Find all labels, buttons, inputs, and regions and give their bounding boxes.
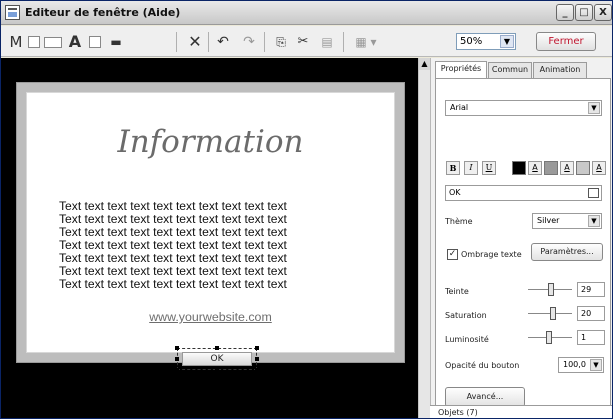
toolbar: M A ▬ ✕ ↶ ↷ ⎘ ✂ ▤ ▦ ▾ 50% ▼ Fermer (1, 26, 612, 57)
undo-icon[interactable]: ↶ (215, 33, 231, 51)
resize-handle[interactable] (215, 346, 219, 350)
resize-handle[interactable] (215, 368, 219, 372)
advanced-button[interactable]: Avancé... (445, 387, 525, 407)
preview-dialog-frame[interactable]: Information Text text text text text tex… (16, 82, 405, 372)
maximize-button[interactable]: □ (575, 4, 593, 21)
dialog-body-text[interactable]: Text text text text text text text text … (59, 200, 369, 291)
text-color-swatch[interactable] (512, 161, 526, 175)
title-bar[interactable]: Editeur de fenêtre (Aide) _ □ X (1, 1, 612, 25)
frame-tool-icon[interactable] (89, 36, 101, 48)
paste-icon[interactable]: ▤ (319, 33, 335, 51)
edit-text-icon[interactable] (588, 188, 599, 198)
button-opacity-select[interactable]: 100,0 ▼ (558, 357, 604, 373)
window-title: Editeur de fenêtre (Aide) (25, 6, 181, 19)
text-color-button[interactable]: A (528, 161, 542, 175)
editor-window: Editeur de fenêtre (Aide) _ □ X M A ▬ ✕ … (0, 0, 613, 419)
delete-icon[interactable]: ✕ (187, 33, 203, 51)
chevron-down-icon[interactable]: ▼ (588, 215, 600, 227)
italic-button[interactable]: I (464, 161, 478, 175)
slider-thumb[interactable] (548, 283, 554, 296)
dialog-heading[interactable]: Information (26, 124, 395, 160)
checkbox-tool-icon[interactable] (28, 36, 40, 48)
underline-button[interactable]: U (482, 161, 496, 175)
resize-handle[interactable] (255, 346, 259, 350)
properties-panel: Propriétés Commun Animation Arial ▼ B I … (430, 58, 612, 418)
chevron-down-icon[interactable]: ▼ (590, 359, 602, 371)
saturation-slider[interactable] (528, 307, 572, 321)
selected-ok-element[interactable]: OK (175, 346, 259, 372)
tab-properties[interactable]: Propriétés (435, 61, 487, 79)
luminosity-slider[interactable] (528, 331, 572, 345)
text-tool-icon[interactable]: A (68, 33, 82, 51)
resize-handle[interactable] (175, 346, 179, 350)
chevron-down-icon[interactable]: ▼ (500, 35, 514, 48)
preview-dialog-body: Information Text text text text text tex… (26, 92, 395, 372)
resize-handle[interactable] (255, 357, 259, 361)
button-opacity-label: Opacité du bouton (445, 361, 520, 370)
slider-thumb[interactable] (546, 331, 552, 344)
zoom-value: 50% (460, 36, 483, 47)
objects-section: Objets (7) (430, 405, 612, 418)
saturation-input[interactable]: 20 (577, 306, 605, 321)
bold-button[interactable]: B (446, 161, 460, 175)
font-value: Arial (450, 103, 469, 112)
theme-select[interactable]: Silver ▼ (532, 213, 602, 229)
highlight-color-swatch[interactable] (576, 161, 590, 175)
image-tool-icon[interactable]: ▬ (105, 33, 127, 51)
text-shadow-label: Ombrage texte (461, 250, 522, 259)
resize-handle[interactable] (255, 368, 259, 372)
shadow-color-swatch[interactable] (544, 161, 558, 175)
resize-handle[interactable] (175, 357, 179, 361)
luminosity-input[interactable]: 1 (577, 330, 605, 345)
website-link[interactable]: www.yourwebsite.com (26, 310, 395, 324)
text-shadow-checkbox[interactable]: ✓ (447, 249, 458, 260)
objects-header: Objets (7) (438, 408, 478, 417)
resize-handle[interactable] (175, 368, 179, 372)
tint-slider[interactable] (528, 283, 572, 297)
app-icon (5, 5, 20, 20)
tint-label: Teinte (445, 287, 469, 296)
minimize-button[interactable]: _ (556, 4, 574, 21)
properties-pane: Arial ▼ B I U A A A OK Thème Silver ▼ ✓ … (435, 78, 611, 412)
tint-input[interactable]: 29 (577, 282, 605, 297)
close-window-button[interactable]: X (594, 4, 612, 21)
slider-thumb[interactable] (550, 307, 556, 320)
close-editor-button[interactable]: Fermer (536, 32, 596, 51)
highlight-color-button[interactable]: A (592, 161, 606, 175)
font-select[interactable]: Arial ▼ (445, 100, 602, 116)
copy-icon[interactable]: ⎘ (273, 33, 289, 51)
tab-common[interactable]: Commun (488, 62, 532, 78)
theme-value: Silver (537, 216, 560, 225)
caption-value: OK (449, 188, 461, 197)
button-tool-icon[interactable] (44, 37, 62, 48)
scroll-up-icon[interactable]: ▲ (419, 58, 430, 70)
zoom-select[interactable]: 50% ▼ (456, 33, 516, 50)
caption-input[interactable]: OK (445, 185, 602, 201)
grid-icon[interactable]: ▦ ▾ (353, 33, 379, 51)
ok-button[interactable]: OK (182, 352, 252, 366)
theme-label: Thème (445, 217, 473, 226)
cut-icon[interactable]: ✂ (295, 33, 311, 51)
saturation-label: Saturation (445, 311, 487, 320)
canvas-vertical-scrollbar[interactable]: ▲ (418, 58, 430, 418)
chevron-down-icon[interactable]: ▼ (588, 102, 600, 114)
design-canvas[interactable]: Information Text text text text text tex… (1, 58, 418, 418)
shadow-settings-button[interactable]: Paramètres... (531, 243, 603, 261)
tab-animation[interactable]: Animation (533, 62, 587, 78)
luminosity-label: Luminosité (445, 335, 489, 344)
shadow-color-button[interactable]: A (560, 161, 574, 175)
mode-m-button[interactable]: M (9, 33, 23, 51)
button-opacity-value: 100,0 (563, 360, 586, 369)
redo-icon[interactable]: ↷ (241, 33, 257, 51)
body-line: Text text text text text text text text … (59, 277, 287, 291)
